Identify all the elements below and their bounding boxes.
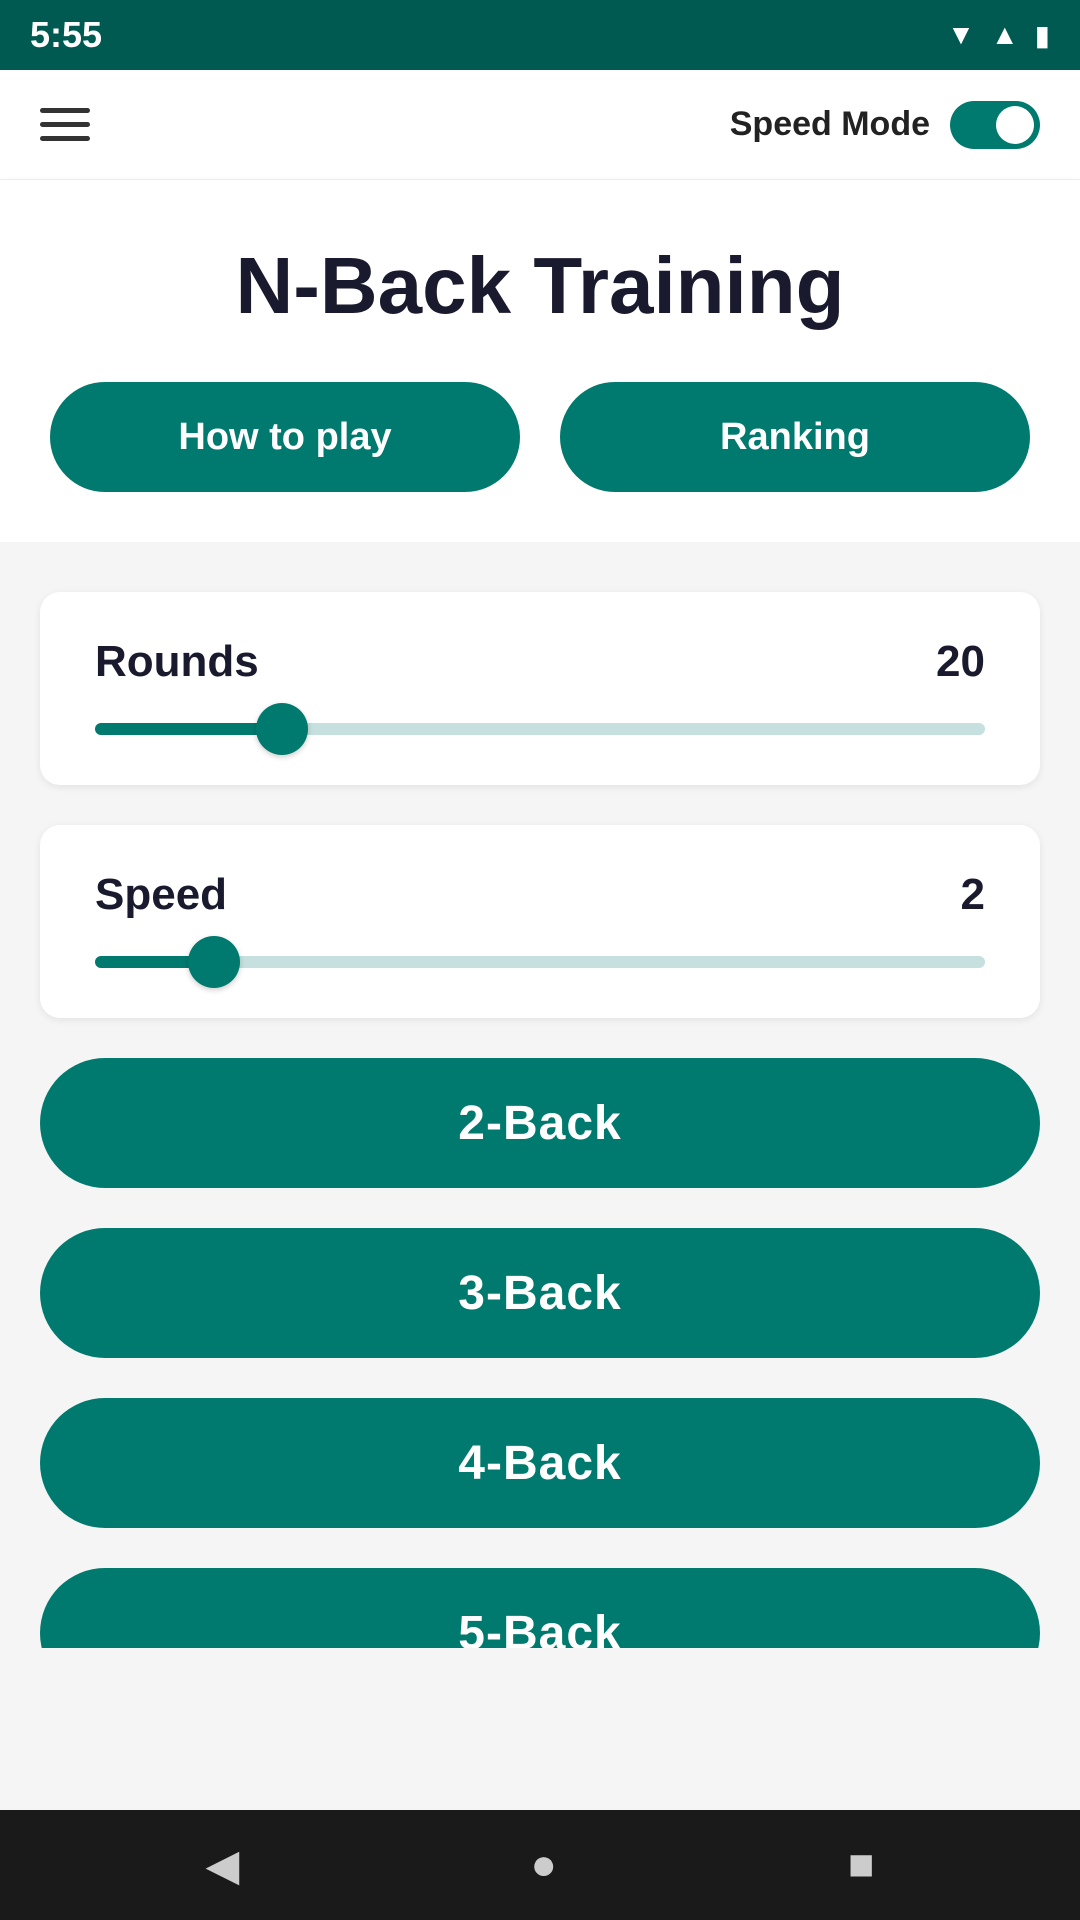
rounds-slider[interactable] (95, 723, 985, 735)
speed-card-header: Speed 2 (95, 870, 985, 920)
two-back-button[interactable]: 2-Back (40, 1058, 1040, 1188)
rounds-slider-container (95, 722, 985, 740)
app-title: N-Back Training (235, 240, 844, 332)
hero-buttons: How to play Ranking (50, 382, 1030, 492)
status-icons: ▼ ▲ ▮ (947, 19, 1050, 52)
how-to-play-button[interactable]: How to play (50, 382, 520, 492)
menu-button[interactable] (40, 108, 90, 141)
speed-card: Speed 2 (40, 825, 1040, 1018)
status-time: 5:55 (30, 14, 102, 56)
rounds-card-header: Rounds 20 (95, 637, 985, 687)
five-back-button[interactable]: 5-Back (40, 1568, 1040, 1648)
wifi-icon: ▼ (947, 19, 975, 51)
home-icon: ● (530, 1840, 557, 1890)
speed-slider[interactable] (95, 956, 985, 968)
ranking-button[interactable]: Ranking (560, 382, 1030, 492)
bottom-nav: ◀ ● ■ (0, 1810, 1080, 1920)
home-nav-button[interactable]: ● (530, 1840, 557, 1890)
speed-mode-toggle[interactable] (950, 101, 1040, 149)
rounds-value: 20 (936, 637, 985, 687)
main-content: Rounds 20 Speed 2 2-Back 3-Back 4-Back 5… (0, 542, 1080, 1810)
rounds-card: Rounds 20 (40, 592, 1040, 785)
three-back-button[interactable]: 3-Back (40, 1228, 1040, 1358)
speed-mode-label: Speed Mode (730, 105, 930, 144)
four-back-button[interactable]: 4-Back (40, 1398, 1040, 1528)
signal-icon: ▲ (991, 19, 1019, 51)
hamburger-line-2 (40, 122, 90, 127)
speed-mode-container: Speed Mode (730, 101, 1040, 149)
hamburger-line-3 (40, 136, 90, 141)
battery-icon: ▮ (1035, 19, 1050, 52)
toggle-slider (950, 101, 1040, 149)
back-nav-button[interactable]: ◀ (206, 1840, 240, 1891)
recent-nav-button[interactable]: ■ (848, 1840, 875, 1890)
hamburger-line-1 (40, 108, 90, 113)
top-bar: Speed Mode (0, 70, 1080, 180)
hero-section: N-Back Training How to play Ranking (0, 180, 1080, 542)
five-back-peek: 5-Back (40, 1568, 1040, 1648)
speed-value: 2 (961, 870, 985, 920)
speed-slider-container (95, 955, 985, 973)
speed-label: Speed (95, 870, 227, 920)
rounds-label: Rounds (95, 637, 259, 687)
recent-icon: ■ (848, 1840, 875, 1890)
status-bar: 5:55 ▼ ▲ ▮ (0, 0, 1080, 70)
back-icon: ◀ (206, 1840, 240, 1891)
